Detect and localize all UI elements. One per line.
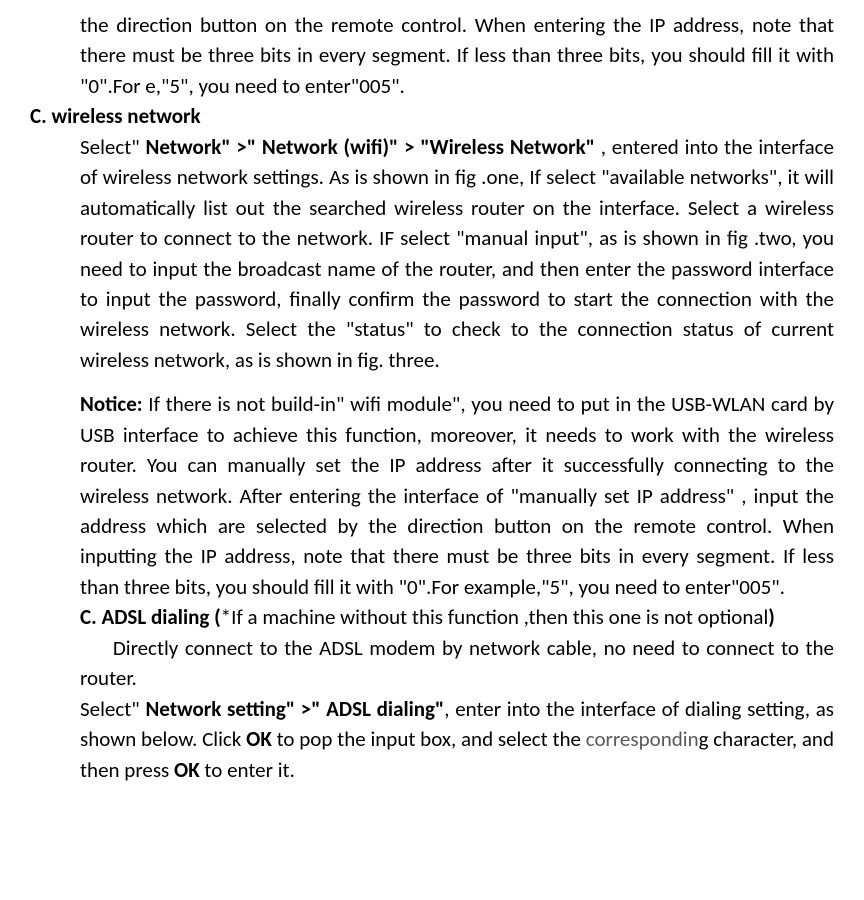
paragraph-wireless-network-select: Select" Network" >" Network (wifi)" > "W…: [80, 132, 834, 376]
text-bold-close-paren: ): [768, 604, 775, 630]
paragraph-adsl-select: Select" Network setting" >" ADSL dialing…: [80, 694, 834, 785]
text-prefix: Select": [80, 134, 146, 160]
spacer: [30, 375, 834, 389]
text-notice-body: If there is not build-in" wifi module", …: [80, 391, 834, 600]
text-bold-path: Network" >" Network (wifi)" > "Wireless …: [146, 134, 595, 160]
text-bold-network-setting: Network setting" >" ADSL dialing": [145, 696, 444, 722]
text: Directly connect to the ADSL modem by ne…: [80, 635, 839, 691]
text-notice-label: Notice:: [80, 391, 143, 417]
paragraph-notice: Notice: If there is not build-in" wifi m…: [80, 389, 834, 602]
paragraph-adsl-connect: Directly connect to the ADSL modem by ne…: [80, 633, 834, 694]
text-corresponding: correspondin: [586, 726, 699, 752]
text-prefix: Select": [80, 696, 145, 722]
text-suffix: , entered into the interface of wireless…: [80, 134, 834, 373]
paragraph-ip-address-intro: the direction button on the remote contr…: [80, 10, 834, 101]
text-bold-ok1: OK: [246, 726, 272, 752]
text: the direction button on the remote contr…: [80, 12, 834, 99]
text: C. wireless network: [30, 103, 201, 129]
heading-adsl-dialing: C. ADSL dialing (*If a machine without t…: [80, 602, 834, 632]
text-g: g: [699, 726, 709, 752]
heading-wireless-network: C. wireless network: [30, 101, 834, 131]
text-end: to enter it.: [200, 757, 295, 783]
text-adsl-note: *If a machine without this function ,the…: [221, 604, 769, 630]
text-mid2: to pop the input box, and select the: [272, 726, 586, 752]
text-bold-ok2: OK: [174, 757, 200, 783]
text-bold-adsl: C. ADSL dialing (: [80, 604, 221, 630]
